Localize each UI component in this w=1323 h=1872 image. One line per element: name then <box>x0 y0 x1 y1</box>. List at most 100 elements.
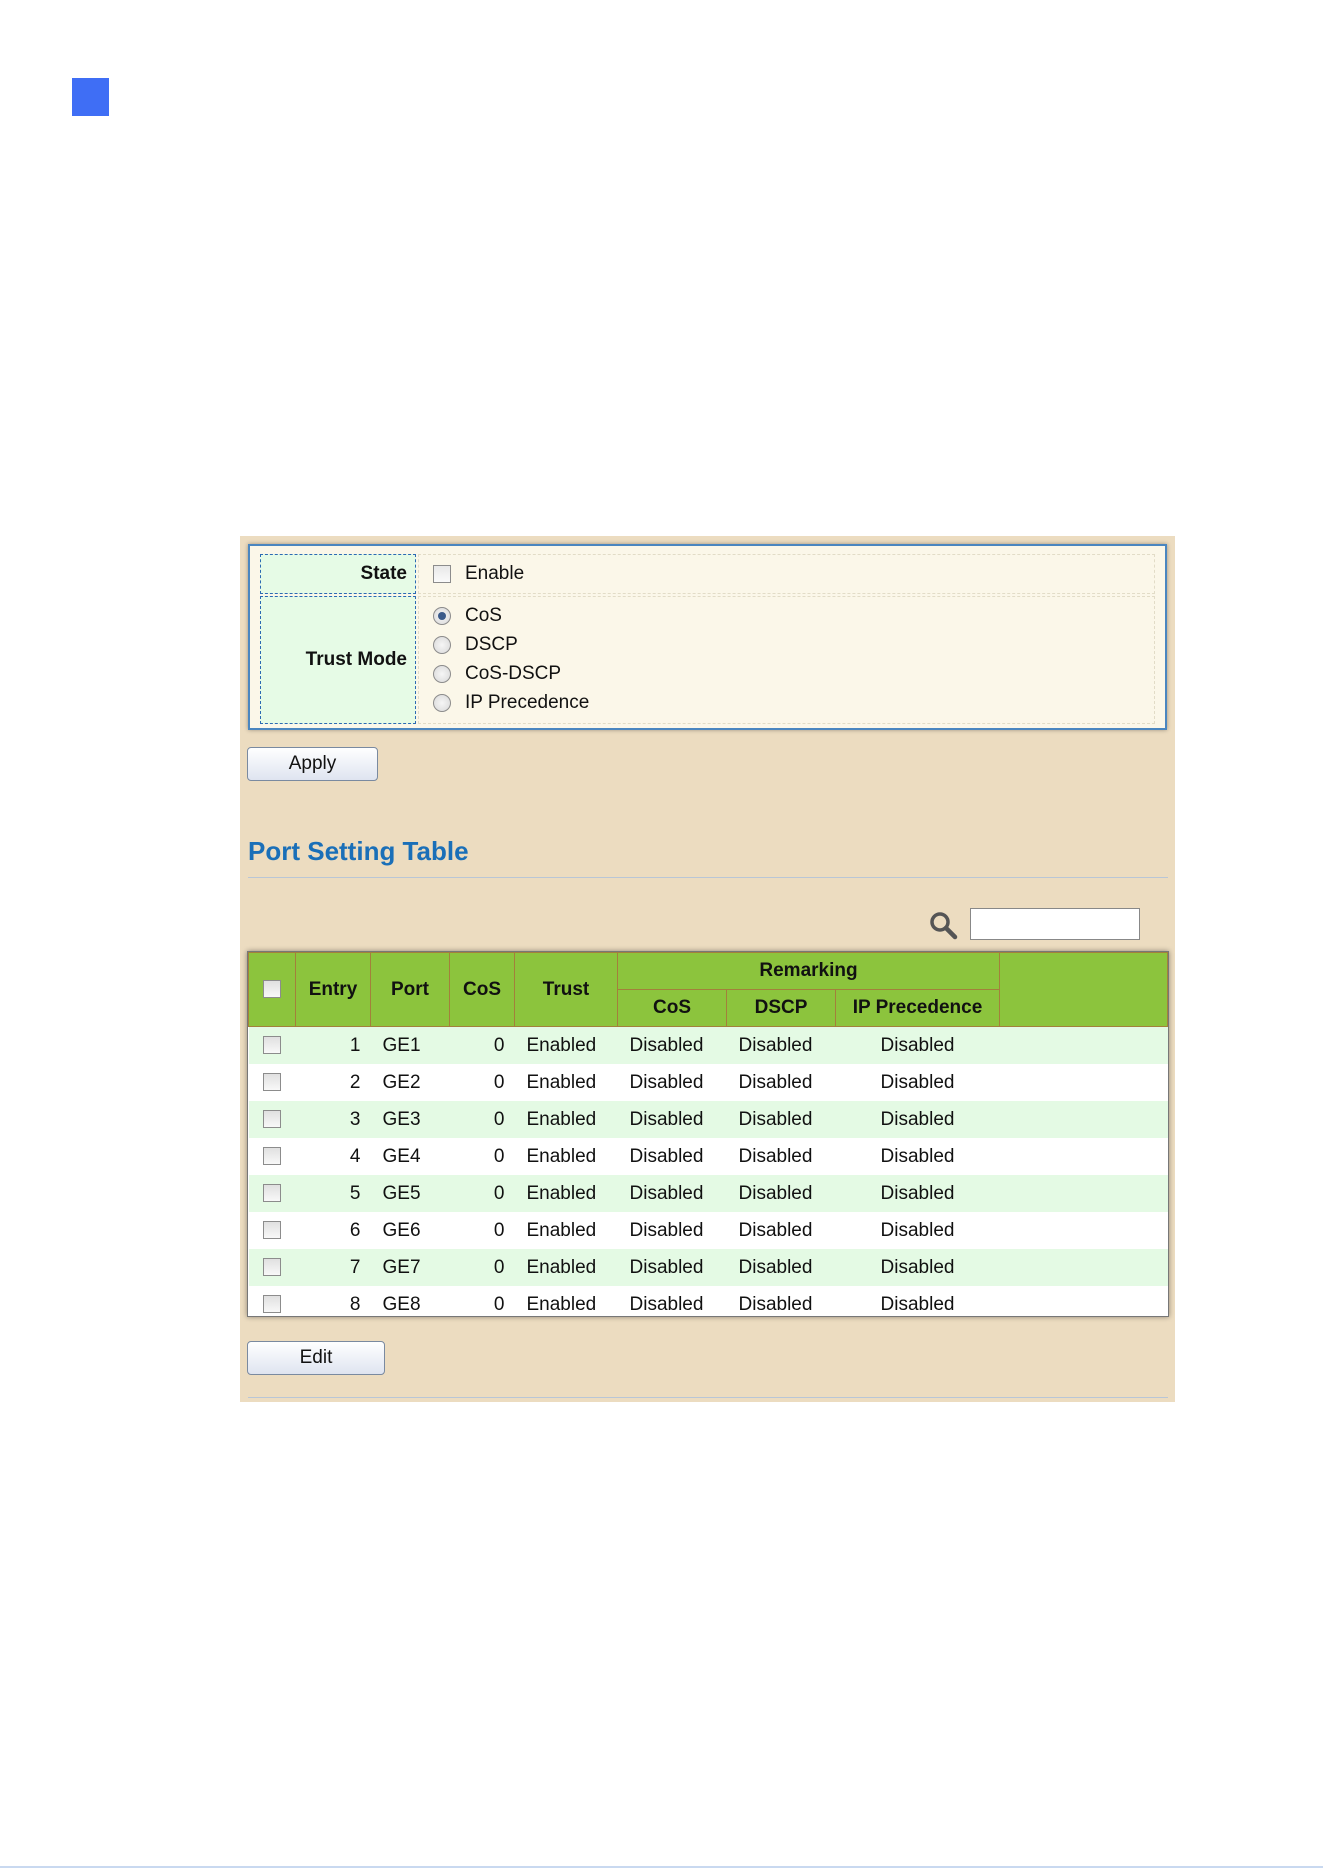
trust-mode-option-dscp[interactable]: DSCP <box>433 632 518 658</box>
trust-mode-option-label: DSCP <box>465 634 518 655</box>
remarking-header: Remarking <box>617 952 1000 990</box>
trust-mode-radio-dscp[interactable] <box>433 636 451 654</box>
row-checkbox[interactable] <box>263 1221 281 1240</box>
entry-cell: 6 <box>349 1219 361 1241</box>
row-checkbox[interactable] <box>263 1110 281 1129</box>
remark-ip-precedence-cell: Disabled <box>880 1145 955 1167</box>
port-cell: GE5 <box>382 1182 421 1204</box>
row-checkbox[interactable] <box>263 1258 281 1277</box>
entry-cell: 5 <box>349 1182 361 1204</box>
page-bottom-border <box>0 1866 1323 1868</box>
remark-cos-cell: Disabled <box>629 1219 704 1241</box>
remark-ip-precedence-cell: Disabled <box>880 1071 955 1093</box>
remark-dscp-cell: Disabled <box>738 1145 813 1167</box>
entry-cell: 8 <box>349 1293 361 1315</box>
row-checkbox[interactable] <box>263 1147 281 1166</box>
remark-cos-cell: Disabled <box>629 1293 704 1315</box>
remark-cos-cell: Disabled <box>629 1108 704 1130</box>
state-value: Enable <box>418 554 1155 594</box>
empty-cell <box>1000 1175 1168 1212</box>
trust-cell: Enabled <box>526 1071 597 1093</box>
qos-general-panel: State Enable Trust Mode CoS DSCP CoS-DSC… <box>240 536 1175 1402</box>
remark-cos-header: CoS <box>617 989 727 1027</box>
state-label: State <box>260 554 416 594</box>
table-row[interactable]: 2 GE2 0 Enabled Disabled Disabled Disabled <box>248 1064 1168 1101</box>
row-select-cell <box>249 1138 296 1175</box>
table-row[interactable]: 7 GE7 0 Enabled Disabled Disabled Disabled <box>248 1249 1168 1286</box>
port-cell: GE2 <box>382 1071 421 1093</box>
port-setting-table-title: Port Setting Table <box>248 836 469 866</box>
edit-button[interactable]: Edit <box>247 1341 385 1375</box>
table-row[interactable]: 6 GE6 0 Enabled Disabled Disabled Disabled <box>248 1212 1168 1249</box>
section-marker <box>72 78 109 116</box>
row-checkbox[interactable] <box>263 1036 281 1055</box>
remark-cos-cell: Disabled <box>629 1256 704 1278</box>
empty-cell <box>1000 1101 1168 1138</box>
qos-form: State Enable Trust Mode CoS DSCP CoS-DSC… <box>248 544 1167 730</box>
search-icon[interactable] <box>928 910 958 940</box>
state-enable-checkbox[interactable] <box>433 565 451 583</box>
trust-mode-radio-cos-dscp[interactable] <box>433 665 451 683</box>
empty-cell <box>1000 1138 1168 1175</box>
table-row[interactable]: 5 GE5 0 Enabled Disabled Disabled Disabled <box>248 1175 1168 1212</box>
row-checkbox[interactable] <box>263 1184 281 1203</box>
port-cell: GE7 <box>382 1256 421 1278</box>
remark-dscp-cell: Disabled <box>738 1219 813 1241</box>
trust-cell: Enabled <box>526 1182 597 1204</box>
remark-cos-cell: Disabled <box>629 1071 704 1093</box>
row-checkbox[interactable] <box>263 1073 281 1092</box>
remark-ip-precedence-cell: Disabled <box>880 1219 955 1241</box>
port-cell: GE1 <box>382 1034 421 1056</box>
trust-mode-label: Trust Mode <box>260 596 416 724</box>
trust-cell: Enabled <box>526 1145 597 1167</box>
entry-cell: 7 <box>349 1256 361 1278</box>
trust-mode-option-cos[interactable]: CoS <box>433 603 502 629</box>
port-cell: GE3 <box>382 1108 421 1130</box>
row-select-cell <box>249 1286 296 1316</box>
port-cell: GE4 <box>382 1145 421 1167</box>
select-all-header <box>248 952 296 1027</box>
table-row[interactable]: 8 GE8 0 Enabled Disabled Disabled Disabled <box>248 1286 1168 1316</box>
empty-cell <box>1000 1212 1168 1249</box>
trust-mode-option-cos-dscp[interactable]: CoS-DSCP <box>433 661 561 687</box>
cos-cell: 0 <box>493 1219 505 1241</box>
state-enable-label: Enable <box>465 563 525 584</box>
entry-header: Entry <box>295 952 371 1027</box>
trust-header: Trust <box>514 952 618 1027</box>
trust-cell: Enabled <box>526 1219 597 1241</box>
remark-ip-precedence-cell: Disabled <box>880 1108 955 1130</box>
search-input[interactable] <box>970 908 1140 940</box>
remark-dscp-header: DSCP <box>726 989 836 1027</box>
trust-mode-radio-ip-precedence[interactable] <box>433 694 451 712</box>
entry-cell: 3 <box>349 1108 361 1130</box>
empty-cell <box>1000 1027 1168 1065</box>
entry-cell: 1 <box>349 1034 361 1056</box>
divider <box>248 1397 1168 1398</box>
remark-ip-precedence-cell: Disabled <box>880 1256 955 1278</box>
row-select-cell <box>249 1027 296 1065</box>
cos-cell: 0 <box>493 1034 505 1056</box>
cos-cell: 0 <box>493 1145 505 1167</box>
row-checkbox[interactable] <box>263 1295 281 1314</box>
cos-cell: 0 <box>493 1293 505 1315</box>
table-row[interactable]: 1 GE1 0 Enabled Disabled Disabled Disabled <box>248 1026 1168 1065</box>
cos-cell: 0 <box>493 1256 505 1278</box>
remark-ip-precedence-cell: Disabled <box>880 1182 955 1204</box>
select-all-checkbox[interactable] <box>263 980 281 999</box>
row-select-cell <box>249 1212 296 1249</box>
trust-mode-radio-cos[interactable] <box>433 607 451 625</box>
trust-mode-option-ip-precedence[interactable]: IP Precedence <box>433 690 589 716</box>
trust-mode-option-label: CoS <box>465 605 502 626</box>
row-select-cell <box>249 1101 296 1138</box>
remark-dscp-cell: Disabled <box>738 1182 813 1204</box>
empty-cell <box>1000 1064 1168 1101</box>
table-row[interactable]: 4 GE4 0 Enabled Disabled Disabled Disabled <box>248 1138 1168 1175</box>
table-row[interactable]: 3 GE3 0 Enabled Disabled Disabled Disabled <box>248 1101 1168 1138</box>
remark-ip-precedence-header: IP Precedence <box>835 989 1000 1027</box>
state-enable-option[interactable]: Enable <box>433 561 524 587</box>
cos-cell: 0 <box>493 1108 505 1130</box>
trust-mode-options: CoS DSCP CoS-DSCP IP Precedence <box>418 596 1155 724</box>
port-cell: GE6 <box>382 1219 421 1241</box>
port-setting-table: Entry Port CoS Trust Remarking CoS DSCP … <box>247 951 1169 1317</box>
apply-button[interactable]: Apply <box>247 747 378 781</box>
